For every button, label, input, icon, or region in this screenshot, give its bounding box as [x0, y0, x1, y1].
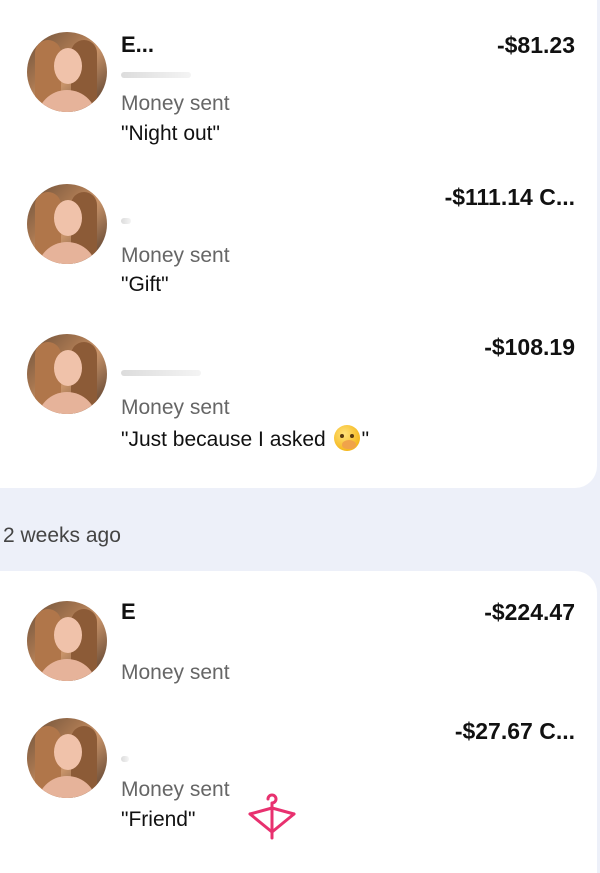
transaction-amount: -$224.47 [484, 599, 575, 625]
transaction-status: Money sent [121, 92, 230, 115]
note-text: "Just because I asked [121, 428, 332, 451]
transaction-row[interactable]: E -$224.47 Money sent [0, 571, 597, 696]
transaction-row[interactable]: -$27.67 C... Money sent "Friend" [0, 696, 597, 873]
transaction-status: Money sent [121, 778, 230, 801]
note-text-end: " [361, 428, 370, 451]
transaction-row[interactable]: -$108.19 Money sent "Just because I aske… [0, 310, 597, 480]
contact-name: E... [121, 32, 155, 57]
transaction-note: "Gift" [121, 273, 169, 296]
redacted-handle [121, 370, 201, 376]
avatar [27, 334, 107, 414]
section-header: 2 weeks ago [3, 524, 121, 547]
avatar [27, 718, 107, 798]
transaction-status: Money sent [121, 244, 230, 267]
transaction-note: "Friend" [121, 808, 196, 831]
avatar [27, 184, 107, 264]
redacted-handle [121, 756, 129, 762]
transaction-amount: -$27.67 C... [454, 718, 575, 744]
transaction-amount: -$81.23 [496, 32, 575, 58]
transaction-row[interactable]: -$111.14 C... Money sent "Gift" [0, 160, 597, 310]
older-transactions-card: E -$224.47 Money sent -$27.67 C... Money… [0, 571, 597, 873]
avatar [27, 601, 107, 681]
contact-name: E [121, 599, 136, 624]
avatar [27, 32, 107, 112]
transaction-note: "Night out" [121, 122, 220, 145]
hanger-bow-icon [248, 793, 296, 840]
face-with-hand-over-mouth-icon [333, 425, 360, 451]
recent-transactions-card: E... -$81.23 Money sent "Night out" -$11… [0, 0, 597, 488]
redacted-handle [121, 218, 131, 224]
transaction-amount: -$111.14 C... [444, 184, 575, 210]
transaction-status: Money sent [121, 661, 230, 684]
transaction-note: "Just because I asked " [121, 425, 369, 452]
transaction-row[interactable]: E... -$81.23 Money sent "Night out" [0, 0, 597, 160]
transaction-amount: -$108.19 [484, 334, 575, 360]
transaction-status: Money sent [121, 396, 230, 419]
redacted-handle [121, 72, 191, 78]
